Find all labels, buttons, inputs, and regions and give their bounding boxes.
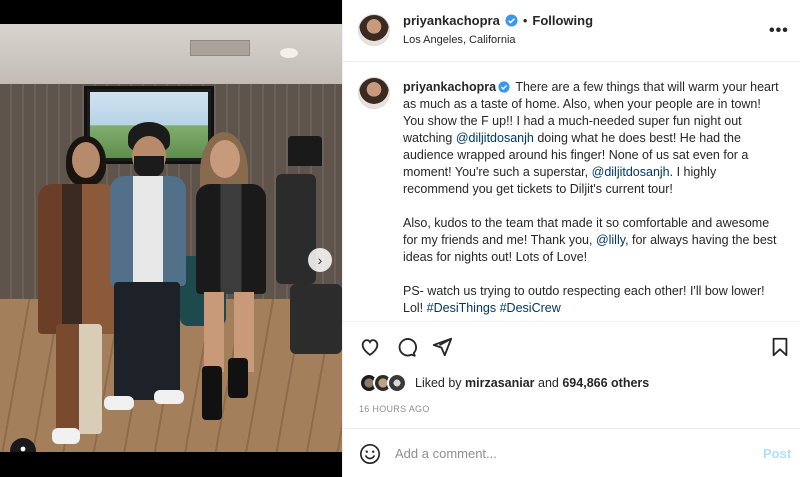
emoji-icon[interactable] — [359, 443, 381, 465]
head — [72, 142, 100, 178]
comment-icon[interactable] — [395, 336, 417, 358]
shoe — [154, 390, 184, 404]
post-location[interactable]: Los Angeles, California — [403, 34, 516, 46]
photo-light — [280, 48, 298, 58]
photo-ceiling — [0, 24, 342, 84]
separator-dot: • — [522, 13, 528, 28]
bookmark-icon[interactable] — [769, 336, 791, 358]
caption-username[interactable]: priyankachopra — [403, 80, 496, 94]
body — [110, 176, 186, 286]
author-username[interactable]: priyankachopra — [403, 13, 500, 28]
chevron-right-icon: › — [317, 252, 323, 268]
author-avatar[interactable] — [358, 14, 390, 46]
following-button[interactable]: Following — [532, 13, 593, 28]
mention-link[interactable]: @diljitdosanjh — [592, 165, 670, 179]
caption-avatar[interactable] — [358, 77, 390, 109]
body — [196, 184, 266, 294]
shoe — [52, 428, 80, 444]
comment-bar: Post — [343, 428, 800, 477]
hashtag-link[interactable]: #DesiThings — [427, 301, 496, 315]
likes-prefix: Liked by — [415, 376, 462, 390]
post-timestamp[interactable]: 16 HOURS AGO — [359, 404, 430, 414]
verified-badge-icon — [505, 14, 518, 27]
liker-avatars[interactable] — [359, 373, 409, 393]
photo-sofa — [290, 284, 342, 354]
likes-count[interactable]: 694,866 others — [562, 376, 649, 390]
user-tag-icon — [20, 446, 26, 452]
post-comment-button[interactable]: Post — [763, 446, 791, 461]
mention-link[interactable]: @lilly — [596, 233, 625, 247]
legs — [114, 282, 180, 400]
header-user-row: priyankachopra • Following — [403, 13, 593, 28]
shoe — [104, 396, 134, 410]
hashtag-link[interactable]: #DesiCrew — [500, 301, 561, 315]
boot — [228, 358, 248, 398]
beard — [134, 156, 164, 178]
mention-link[interactable]: @diljitdosanjh — [456, 131, 534, 145]
liker-username[interactable]: mirzasaniar — [465, 376, 534, 390]
more-horizontal-icon[interactable]: ••• — [769, 22, 789, 40]
boot — [202, 366, 222, 420]
legs — [56, 324, 102, 434]
photo-lamp — [288, 136, 322, 166]
verified-badge-icon — [498, 81, 510, 93]
likes-and: and — [538, 376, 559, 390]
post-details: priyankachopra • Following Los Angeles, … — [342, 0, 800, 477]
carousel-next-button[interactable]: › — [308, 248, 332, 272]
comment-input[interactable] — [395, 441, 735, 465]
likes-row: Liked by mirzasaniar and 694,866 others — [359, 372, 649, 394]
liker-avatar — [387, 373, 407, 393]
head — [210, 140, 240, 178]
post-header: priyankachopra • Following Los Angeles, … — [343, 0, 800, 62]
post-media: › — [0, 0, 342, 477]
body — [38, 184, 118, 334]
photo-vent — [190, 40, 250, 56]
post-photo[interactable]: › — [0, 24, 342, 452]
action-bar — [343, 322, 800, 366]
caption-section: priyankachopra There are a few things th… — [343, 63, 800, 322]
heart-icon[interactable] — [359, 336, 381, 358]
caption-text: priyankachopra There are a few things th… — [403, 79, 783, 334]
share-icon[interactable] — [431, 336, 453, 358]
